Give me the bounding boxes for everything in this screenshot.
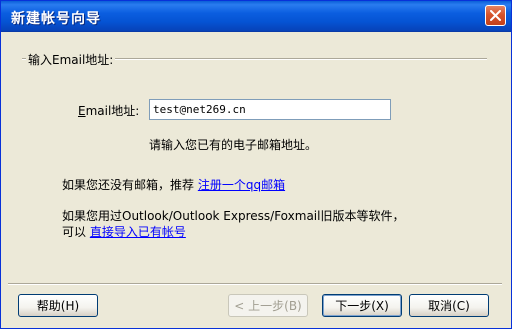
import-existing-account-link[interactable]: 直接导入已有帐号 xyxy=(90,225,186,239)
close-icon xyxy=(490,10,501,21)
email-field-label: Email地址: xyxy=(78,104,140,118)
title-bar[interactable]: 新建帐号向导 xyxy=(1,1,511,32)
email-hint: 请输入您已有的电子邮箱地址。 xyxy=(149,138,318,152)
no-mailbox-text: 如果您还没有邮箱，推荐 注册一个qq邮箱 xyxy=(62,178,286,192)
next-button[interactable]: 下一步(X) xyxy=(322,294,402,317)
import-link-line: 可以 直接导入已有帐号 xyxy=(62,225,186,239)
window-title: 新建帐号向导 xyxy=(11,11,101,27)
email-field[interactable] xyxy=(149,99,391,120)
cancel-button[interactable]: 取消(C) xyxy=(409,294,489,317)
new-account-wizard-window: 新建帐号向导 xyxy=(0,0,512,329)
import-info-text: 如果您用过Outlook/Outlook Express/Foxmail旧版本等… xyxy=(62,209,405,223)
help-button[interactable]: 帮助(H) xyxy=(18,294,98,317)
bottom-divider xyxy=(8,283,502,285)
section-label: 输入Email地址: xyxy=(26,51,116,68)
back-button[interactable]: < 上一步(B) xyxy=(228,294,308,317)
close-button[interactable] xyxy=(485,5,506,26)
register-qq-mail-link[interactable]: 注册一个qq邮箱 xyxy=(198,178,285,192)
